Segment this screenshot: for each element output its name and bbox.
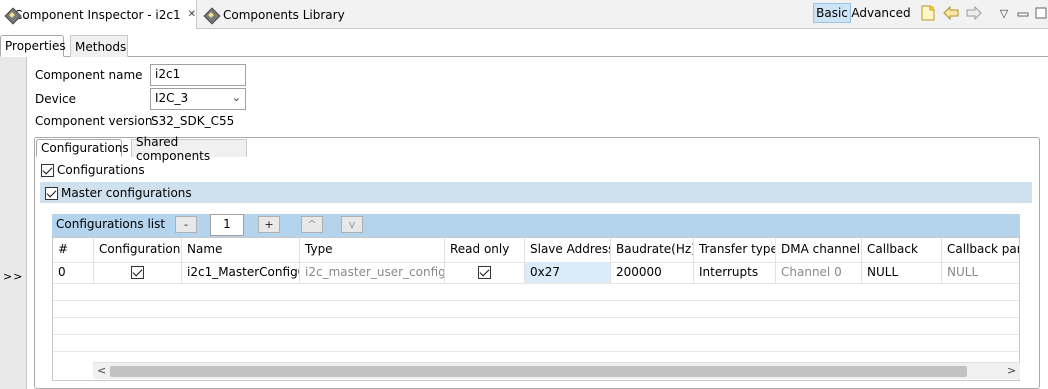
move-down-button[interactable]: v: [341, 216, 363, 233]
column-header-configuration[interactable]: Configuration: [94, 238, 182, 262]
configurations-checkbox-row[interactable]: Configurations: [41, 163, 145, 177]
add-config-button[interactable]: +: [258, 216, 280, 233]
configuration-enabled-checkbox[interactable]: [131, 266, 144, 279]
cell-callback-param[interactable]: NULL: [942, 262, 1019, 283]
column-header-type[interactable]: Type: [300, 238, 445, 262]
configurations-list-bar: [52, 214, 1020, 237]
forward-arrow-icon[interactable]: [965, 3, 983, 23]
tab-component-inspector[interactable]: Component Inspector - i2c1 ✕: [0, 0, 197, 29]
cell-name[interactable]: i2c1_MasterConfig0: [182, 262, 300, 283]
cell-type: i2c_master_user_config_t: [300, 262, 445, 283]
column-header-name[interactable]: Name: [182, 238, 300, 262]
master-configurations-label: Master configurations: [61, 186, 192, 200]
cell-baudrate[interactable]: 200000: [611, 262, 694, 283]
tab-configurations[interactable]: Configurations: [36, 139, 129, 157]
close-icon[interactable]: ✕: [188, 9, 196, 20]
cell-slave-address[interactable]: 0x27: [525, 262, 611, 283]
component-chip-icon: [203, 7, 219, 23]
tab-methods[interactable]: Methods: [70, 35, 128, 57]
remove-config-button[interactable]: -: [175, 216, 197, 233]
device-label: Device: [35, 92, 77, 106]
tab-components-library[interactable]: Components Library: [199, 0, 349, 29]
tab-properties[interactable]: Properties: [0, 35, 66, 57]
configurations-checkbox[interactable]: [41, 163, 54, 177]
maximize-icon[interactable]: [1034, 3, 1048, 23]
master-configurations-checkbox[interactable]: [45, 186, 58, 200]
scrollbar-thumb[interactable]: [110, 366, 967, 377]
chevron-down-icon: ⌄: [231, 91, 241, 104]
column-header-callback-param[interactable]: Callback para: [942, 238, 1019, 262]
component-name-label: Component name: [35, 68, 143, 82]
component-name-field[interactable]: i2c1: [150, 64, 246, 86]
cell-transfer-type[interactable]: Interrupts: [694, 262, 776, 283]
component-chip-icon: [4, 7, 10, 23]
collapsed-side-panel: >>: [0, 57, 27, 389]
cell-dma-channel[interactable]: Channel 0: [776, 262, 862, 283]
column-header-baudrate[interactable]: Baudrate(Hz): [611, 238, 694, 262]
minimize-icon[interactable]: [1016, 3, 1030, 23]
device-select-value: I2C_3: [155, 91, 189, 105]
view-menu-icon[interactable]: ▽: [997, 3, 1011, 23]
tab-component-inspector-label: Component Inspector - i2c1: [13, 7, 181, 22]
configurations-list-label: Configurations list: [56, 217, 166, 231]
move-up-button[interactable]: ^: [301, 216, 323, 233]
configurations-table: # Configuration Name Type Read only Slav…: [52, 237, 1020, 381]
configurations-checkbox-label: Configurations: [57, 163, 145, 177]
view-tab-bar: Component Inspector - i2c1 ✕ Components …: [0, 0, 1048, 29]
device-select[interactable]: I2C_3 ⌄: [150, 88, 246, 110]
column-header-slave-address[interactable]: Slave Address: [525, 238, 611, 262]
tab-components-library-label: Components Library: [223, 7, 345, 22]
horizontal-scrollbar[interactable]: < >: [93, 362, 1020, 379]
cell-callback[interactable]: NULL: [862, 262, 942, 283]
column-header-index[interactable]: #: [53, 238, 94, 262]
column-header-callback[interactable]: Callback: [862, 238, 942, 262]
cell-read-only[interactable]: [445, 262, 525, 283]
expand-panel-button[interactable]: >>: [3, 270, 23, 283]
column-header-transfer-type[interactable]: Transfer type: [694, 238, 776, 262]
back-arrow-icon[interactable]: [942, 3, 960, 23]
column-header-dma-channel[interactable]: DMA channel: [776, 238, 862, 262]
column-header-read-only[interactable]: Read only: [445, 238, 525, 262]
new-note-icon[interactable]: [919, 3, 937, 23]
config-count-field[interactable]: 1: [210, 214, 244, 236]
scroll-right-button[interactable]: >: [1007, 364, 1016, 377]
inspector-subtabs: Properties Methods: [0, 33, 1048, 57]
basic-mode-button[interactable]: Basic: [813, 3, 851, 23]
component-version-label: Component version: [35, 114, 153, 128]
read-only-checkbox[interactable]: [478, 266, 491, 279]
cell-configuration[interactable]: [94, 262, 182, 283]
advanced-mode-button[interactable]: Advanced: [851, 3, 910, 23]
cell-index[interactable]: 0: [53, 262, 94, 283]
scroll-left-button[interactable]: <: [97, 364, 106, 377]
component-version-value: S32_SDK_C55: [151, 114, 235, 128]
master-configurations-row[interactable]: Master configurations: [45, 186, 192, 200]
tab-shared-components[interactable]: Shared components: [131, 135, 247, 163]
